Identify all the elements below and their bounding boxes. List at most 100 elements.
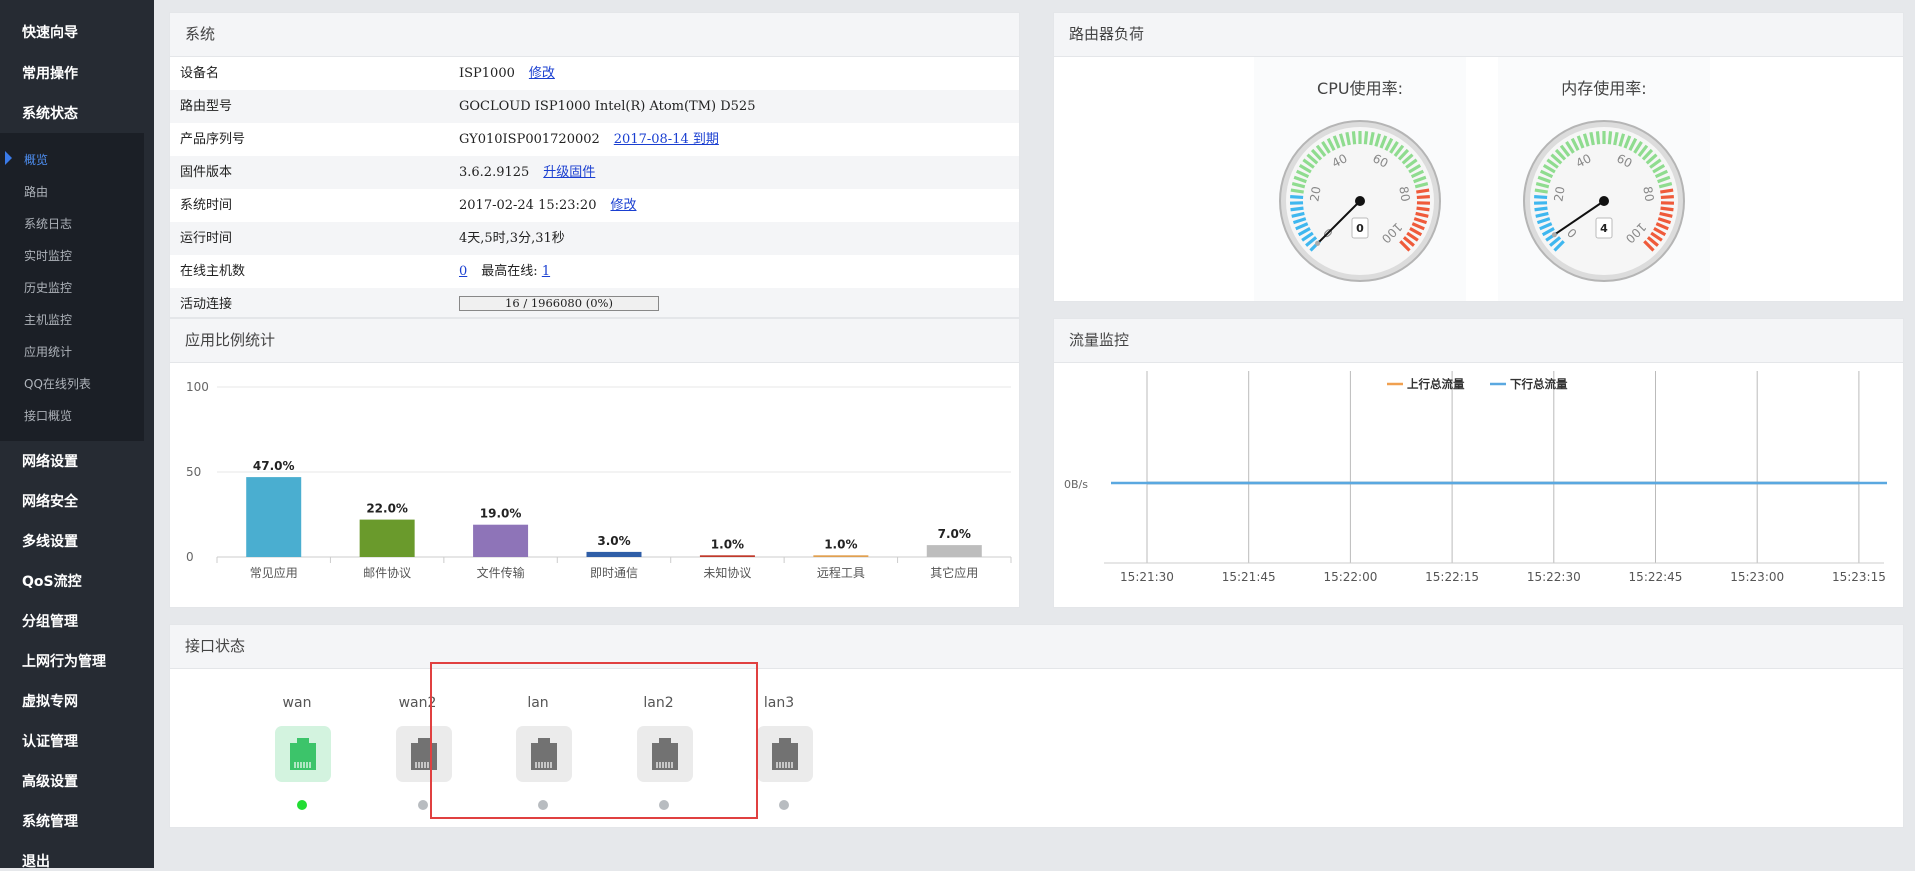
menu-vpn[interactable]: 虚拟专网 [22, 691, 78, 711]
submenu-overview[interactable]: 概览 [24, 151, 48, 168]
submenu-history-monitor[interactable]: 历史监控 [24, 279, 72, 296]
traffic-line-chart: 15:21:3015:21:4515:22:0015:22:1515:22:30… [1054, 363, 1903, 607]
bar-chart-category-label: 远程工具 [817, 565, 865, 580]
connections-progress-text: 16 / 1966080 (0%) [460, 297, 658, 310]
ethernet-port-icon-box [757, 726, 813, 782]
bar-chart-ytick-label: 100 [186, 380, 209, 394]
cpu-gauge-scale-label: 20 [1307, 185, 1323, 202]
submenu-routing[interactable]: 路由 [24, 183, 48, 200]
cpu-gauge-tick [1417, 208, 1430, 210]
memory-gauge-tick [1661, 208, 1674, 210]
submenu-app-stats[interactable]: 应用统计 [24, 343, 72, 360]
app-stats-title: 应用比例统计 [170, 319, 1019, 363]
interface-status-dot [779, 800, 789, 810]
upgrade-firmware-link[interactable]: 升级固件 [543, 165, 595, 180]
system-time-value: 2017-02-24 15:23:20 [459, 198, 596, 213]
submenu-qq-online[interactable]: QQ在线列表 [24, 375, 91, 392]
menu-multiline[interactable]: 多线设置 [22, 531, 78, 551]
connections-progress-bar: 16 / 1966080 (0%) [459, 296, 659, 311]
online-hosts-link[interactable]: 0 [459, 264, 467, 279]
ethernet-port-icon-box [275, 726, 331, 782]
menu-quick-guide[interactable]: 快速向导 [22, 22, 78, 42]
bar-chart-data-label: 7.0% [938, 527, 971, 541]
model-value: GOCLOUD ISP1000 Intel(R) Atom(TM) D525 [459, 90, 755, 123]
firmware-label: 固件版本 [180, 156, 232, 189]
memory-gauge-dial: 0204060801004 [1520, 117, 1688, 285]
model-label: 路由型号 [180, 90, 232, 123]
app-stats-bar-chart: 05010047.0%常见应用22.0%邮件协议19.0%文件传输3.0%即时通… [170, 363, 1019, 607]
bar-chart-bar [587, 552, 642, 557]
menu-logout[interactable]: 退出 [22, 851, 50, 871]
menu-network-security[interactable]: 网络安全 [22, 491, 78, 511]
menu-system-mgmt[interactable]: 系统管理 [22, 811, 78, 831]
bar-chart-data-label: 19.0% [480, 507, 522, 521]
highlight-box [430, 662, 758, 819]
router-load-panel: 路由器负荷 CPU使用率: 0204060801000 内存使用率: 02040… [1053, 12, 1904, 302]
submenu: 概览 路由 系统日志 实时监控 历史监控 主机监控 应用统计 QQ在线列表 接口… [0, 133, 144, 441]
serial-value: GY010ISP001720002 [459, 132, 600, 147]
ethernet-port-icon [757, 726, 813, 782]
row-online-hosts: 在线主机数 0最高在线: 1 [170, 255, 1019, 288]
device-name-value: ISP1000 [459, 66, 515, 81]
bar-chart-bar [473, 525, 528, 557]
system-panel-title: 系统 [170, 13, 1019, 57]
line-chart-xtick-label: 15:22:30 [1527, 570, 1581, 584]
cpu-gauge-tick [1417, 197, 1430, 198]
system-panel: 系统 设备名 ISP1000 修改 路由型号 GOCLOUD ISP1000 In… [169, 12, 1020, 318]
memory-gauge-tick [1534, 197, 1547, 198]
menu-auth-mgmt[interactable]: 认证管理 [22, 731, 78, 751]
interface-status-dot [297, 800, 307, 810]
memory-gauge-tick [1535, 190, 1548, 192]
menu-qos[interactable]: QoS流控 [22, 571, 82, 591]
device-name-edit-link[interactable]: 修改 [529, 66, 555, 81]
bar-chart-bar [360, 520, 415, 557]
line-chart-legend-label[interactable]: 下行总流量 [1510, 377, 1568, 391]
menu-group-mgmt[interactable]: 分组管理 [22, 611, 78, 631]
submenu-host-monitor[interactable]: 主机监控 [24, 311, 72, 328]
cpu-gauge-tick [1291, 208, 1304, 210]
submenu-realtime-monitor[interactable]: 实时监控 [24, 247, 72, 264]
cpu-gauge-tick [1365, 131, 1366, 144]
interface-wan[interactable]: wan [247, 669, 347, 828]
line-chart-ytick-label: 0B/s [1064, 478, 1088, 491]
row-firmware: 固件版本 3.6.2.9125升级固件 [170, 156, 1019, 189]
active-marker-icon [5, 151, 12, 165]
bar-chart-ytick-label: 0 [186, 550, 194, 564]
interface-status-dot [418, 800, 428, 810]
device-name-label: 设备名 [180, 57, 219, 90]
active-connections-label: 活动连接 [180, 288, 232, 318]
serial-label: 产品序列号 [180, 123, 245, 156]
bar-chart-category-label: 常见应用 [250, 565, 298, 580]
menu-advanced[interactable]: 高级设置 [22, 771, 78, 791]
menu-system-status[interactable]: 系统状态 [22, 103, 78, 123]
uptime-label: 运行时间 [180, 222, 232, 255]
memory-gauge-scale-label: 80 [1640, 185, 1656, 202]
expiry-link[interactable]: 2017-08-14 到期 [614, 132, 719, 147]
max-online-link[interactable]: 1 [542, 264, 550, 279]
system-time-edit-link[interactable]: 修改 [610, 198, 636, 213]
row-uptime: 运行时间 4天,5时,3分,31秒 [170, 222, 1019, 255]
bar-chart-category-label: 文件传输 [477, 565, 525, 580]
memory-gauge-tick [1597, 131, 1598, 144]
memory-gauge-needle-hub [1599, 196, 1609, 206]
memory-gauge-scale-label: 20 [1551, 185, 1567, 202]
cpu-gauge-tick [1416, 190, 1429, 192]
bar-chart-category-label: 未知协议 [703, 565, 751, 580]
menu-network-settings[interactable]: 网络设置 [22, 451, 78, 471]
menu-behavior-mgmt[interactable]: 上网行为管理 [22, 651, 106, 671]
line-chart-xtick-label: 15:22:15 [1425, 570, 1479, 584]
line-chart-legend-label[interactable]: 上行总流量 [1407, 377, 1465, 391]
cpu-gauge-tick [1353, 131, 1354, 144]
line-chart-xtick-label: 15:23:00 [1730, 570, 1784, 584]
submenu-interface-overview[interactable]: 接口概览 [24, 407, 72, 424]
max-online-label: 最高在线: [481, 264, 537, 279]
ethernet-port-icon [275, 726, 331, 782]
cpu-gauge-label: CPU使用率: [1254, 75, 1466, 99]
bar-chart-category-label: 邮件协议 [363, 565, 411, 580]
line-chart-xtick-label: 15:22:00 [1323, 570, 1377, 584]
menu-common-ops[interactable]: 常用操作 [22, 63, 78, 83]
cpu-gauge: CPU使用率: 0204060801000 [1254, 57, 1466, 302]
bar-chart-data-label: 3.0% [597, 534, 630, 548]
cpu-gauge-tick [1290, 197, 1303, 198]
submenu-system-log[interactable]: 系统日志 [24, 215, 72, 232]
